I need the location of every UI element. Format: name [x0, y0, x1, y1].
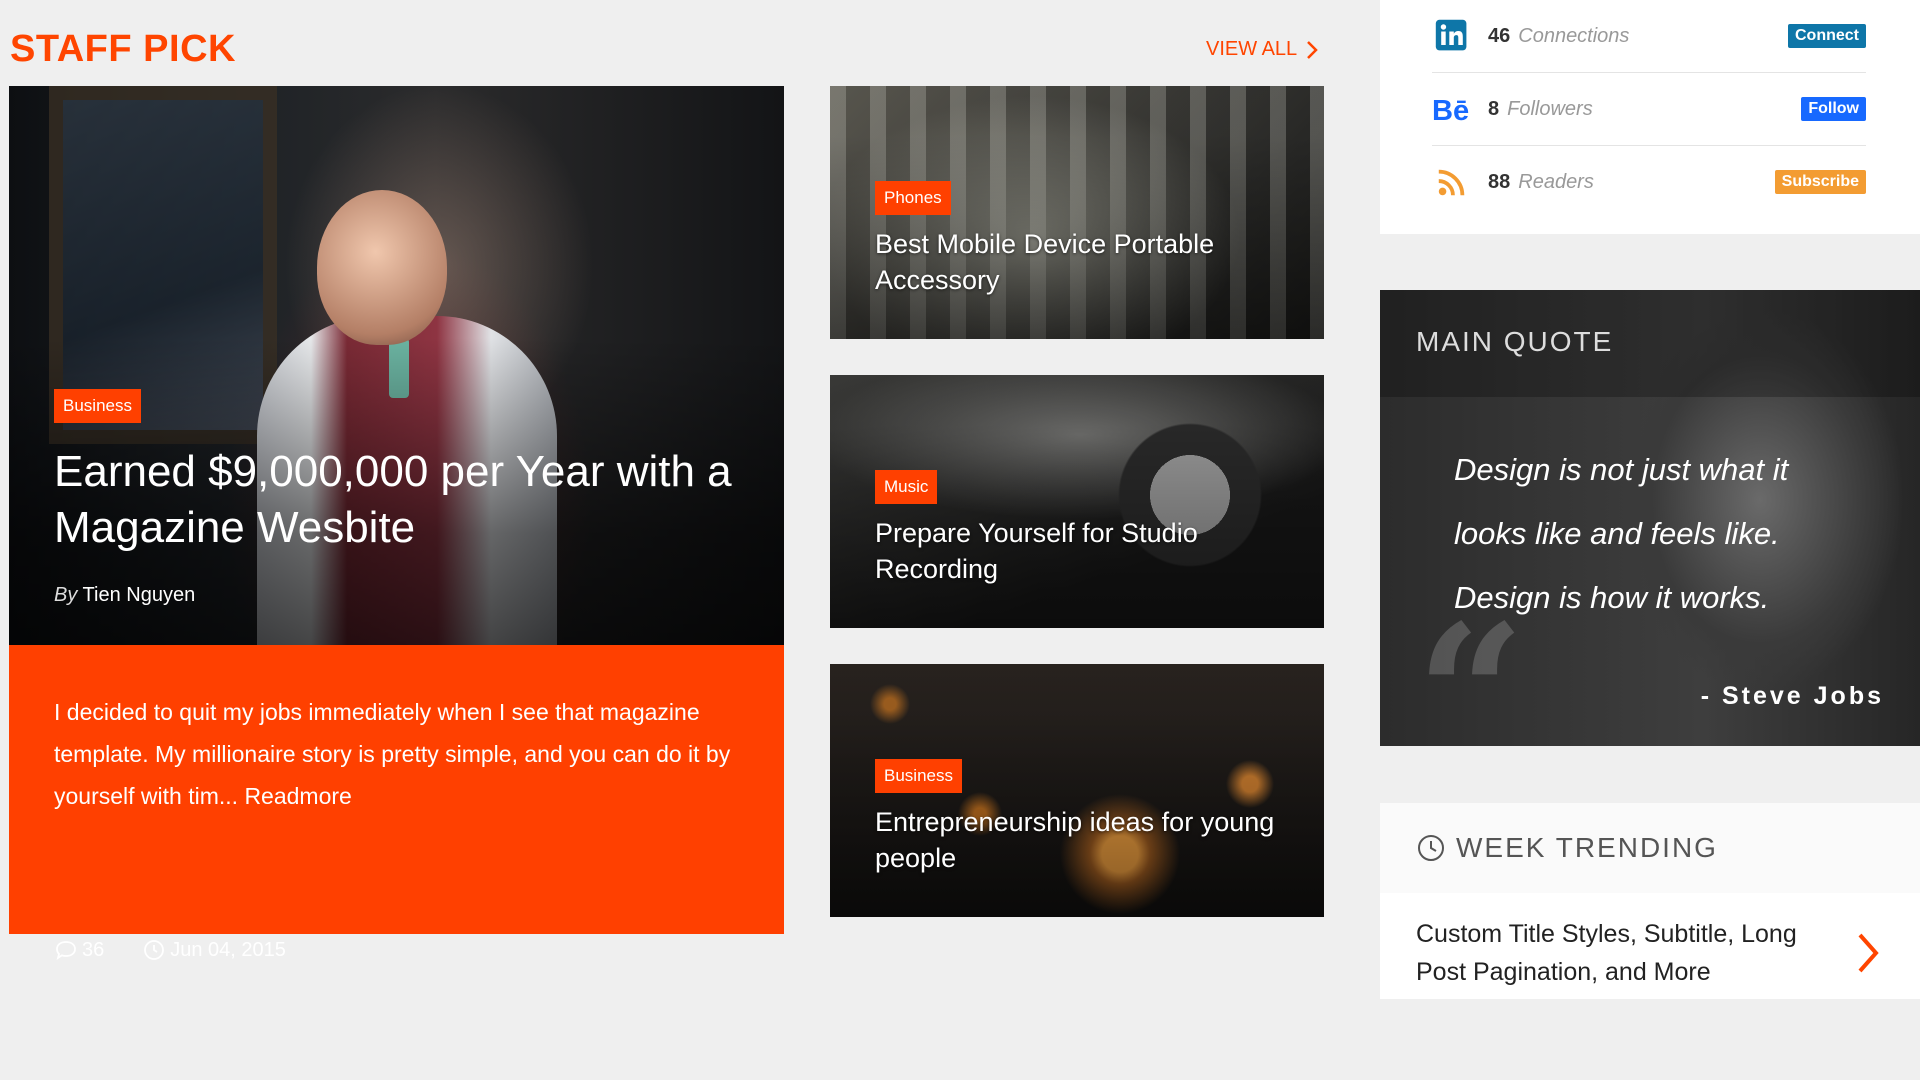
- feature-meta: 36 Jun 04, 2015: [54, 938, 286, 962]
- connect-button[interactable]: Connect: [1788, 24, 1866, 48]
- readmore-link[interactable]: Readmore: [244, 783, 351, 809]
- subscribe-button[interactable]: Subscribe: [1774, 170, 1866, 194]
- feature-excerpt: I decided to quit my jobs immediately wh…: [54, 691, 754, 817]
- category-badge[interactable]: Business: [54, 389, 141, 423]
- view-all-link[interactable]: VIEW ALL: [1206, 38, 1319, 61]
- social-label: Followers: [1507, 97, 1593, 120]
- quote-mark-icon: “: [1416, 583, 1526, 747]
- article-card[interactable]: Business Entrepreneurship ideas for youn…: [830, 664, 1324, 917]
- trending-item[interactable]: Custom Title Styles, Subtitle, Long Post…: [1416, 915, 1816, 991]
- feature-article[interactable]: Business Earned $9,000,000 per Year with…: [9, 86, 784, 961]
- view-all-label: VIEW ALL: [1206, 38, 1298, 60]
- rss-icon[interactable]: [1432, 162, 1472, 202]
- excerpt-text: I decided to quit my jobs immediately wh…: [54, 699, 731, 809]
- week-trending-title: WEEK TRENDING: [1456, 832, 1718, 863]
- social-row-behance: Bē 8 Followers Follow: [1432, 73, 1866, 146]
- follow-button[interactable]: Follow: [1801, 97, 1866, 121]
- comment-count-value: 36: [82, 938, 105, 961]
- clock-icon: [1418, 835, 1444, 861]
- post-date-value: Jun 04, 2015: [170, 938, 286, 961]
- staff-pick-title: STAFF PICK: [10, 28, 236, 70]
- linkedin-icon[interactable]: [1432, 16, 1472, 56]
- post-date: Jun 04, 2015: [142, 938, 286, 962]
- social-label: Connections: [1518, 24, 1630, 47]
- card-title[interactable]: Prepare Yourself for Studio Recording: [875, 515, 1295, 587]
- quote-author: - Steve Jobs: [1700, 682, 1884, 710]
- social-row-linkedin: 46 Connections Connect: [1432, 0, 1866, 73]
- comment-icon: [56, 941, 76, 961]
- clock-icon: [144, 940, 165, 960]
- social-row-rss: 88 Readers Subscribe: [1432, 146, 1866, 218]
- byline: By Tien Nguyen: [54, 584, 195, 607]
- card-title[interactable]: Best Mobile Device Portable Accessory: [875, 226, 1295, 298]
- image-shade: [9, 86, 784, 645]
- week-trending-list: Custom Title Styles, Subtitle, Long Post…: [1380, 893, 1920, 999]
- social-label: Readers: [1518, 170, 1594, 193]
- feature-image: Business Earned $9,000,000 per Year with…: [9, 86, 784, 645]
- comment-count[interactable]: 36: [54, 938, 104, 962]
- week-trending-header: WEEK TRENDING: [1380, 803, 1920, 893]
- feature-title[interactable]: Earned $9,000,000 per Year with a Magazi…: [54, 444, 754, 556]
- social-count: 8: [1488, 97, 1500, 120]
- social-count: 46: [1488, 24, 1511, 47]
- chevron-right-icon[interactable]: [1856, 931, 1880, 975]
- author-name[interactable]: Tien Nguyen: [83, 584, 196, 606]
- svg-text:Bē: Bē: [1432, 95, 1469, 124]
- category-badge[interactable]: Phones: [875, 181, 951, 215]
- article-card[interactable]: Music Prepare Yourself for Studio Record…: [830, 375, 1324, 628]
- chevron-right-icon: [1307, 40, 1318, 59]
- social-count: 88: [1488, 170, 1511, 193]
- quote-title: MAIN QUOTE: [1416, 326, 1614, 357]
- behance-icon[interactable]: Bē: [1432, 89, 1472, 129]
- social-counter-widget: 46 Connections Connect Bē 8 Followers Fo…: [1380, 0, 1920, 234]
- byline-prefix: By: [54, 584, 78, 606]
- category-badge[interactable]: Music: [875, 470, 938, 504]
- article-card[interactable]: Phones Best Mobile Device Portable Acces…: [830, 86, 1324, 339]
- main-quote-widget: MAIN QUOTE Design is not just what it lo…: [1380, 290, 1920, 746]
- category-badge[interactable]: Business: [875, 759, 962, 793]
- card-title[interactable]: Entrepreneurship ideas for young people: [875, 804, 1295, 876]
